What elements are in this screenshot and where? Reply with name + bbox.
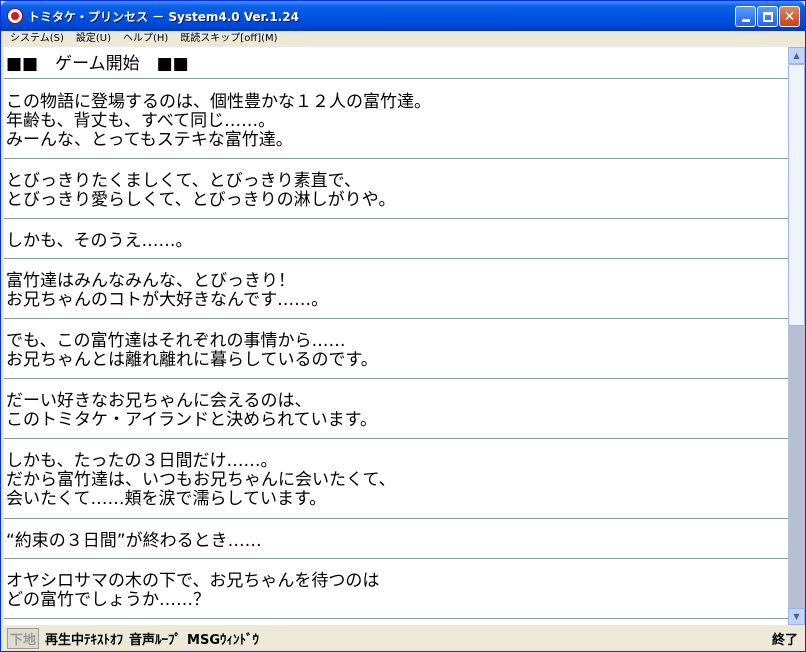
voice-loop-button[interactable]: 音声ﾙｰﾌﾟ (129, 629, 181, 648)
log-line: 富竹達はみんなみんな、とびっきり！ (6, 271, 295, 291)
log-entry: “約束の３日間”が終わるとき…… (6, 532, 262, 551)
log-heading: ■■ ゲーム開始 ■■ (6, 54, 189, 74)
shitaji-button[interactable]: 下地 (7, 627, 40, 649)
log-entry: 富竹達はみんなみんな、とびっきり！ お兄ちゃんのコトが大好きなんです……。 (6, 272, 328, 310)
playing-button[interactable]: 再生中 (45, 629, 84, 648)
end-button[interactable]: 終了 (772, 629, 798, 648)
log-line: “約束の３日間”が終わるとき…… (6, 531, 262, 551)
log-line: この物語に登場するのは、個性豊かな１２人の富竹達。 (6, 92, 431, 112)
divider (4, 618, 788, 619)
status-bar: 下地 再生中 ﾃｷｽﾄｵﾌ 音声ﾙｰﾌﾟ MSGｳｨﾝﾄﾞｳ 終了 (4, 626, 802, 650)
divider (4, 318, 788, 319)
divider (4, 258, 788, 259)
log-entry: しかも、そのうえ……。 (6, 232, 193, 251)
log-line: みーんな、とってもステキな富竹達。 (6, 130, 293, 150)
vertical-scrollbar[interactable]: ▲ ▼ (788, 47, 805, 625)
divider (4, 78, 788, 79)
menu-skip-read[interactable]: 既読スキップ[off](M) (174, 31, 283, 47)
log-entry: この物語に登場するのは、個性豊かな１２人の富竹達。 年齢も、背丈も、すべて同じ…… (6, 93, 431, 150)
divider (4, 438, 788, 439)
log-line: お兄ちゃんとは離れ離れに暮らしているのです。 (6, 350, 378, 370)
log-line: だから富竹達は、いつもお兄ちゃんに会いたくて、 (6, 470, 396, 490)
message-log[interactable]: ■■ ゲーム開始 ■■ この物語に登場するのは、個性豊かな１２人の富竹達。 年齢… (4, 47, 788, 625)
log-line: だーい好きなお兄ちゃんに会えるのは、 (6, 391, 312, 411)
divider (4, 158, 788, 159)
log-line: 年齢も、背丈も、すべて同じ……。 (6, 111, 276, 131)
log-entry: オヤシロサマの木の下で、お兄ちゃんを待つのは どの富竹でしょうか……？ (6, 572, 379, 610)
text-off-button[interactable]: ﾃｷｽﾄｵﾌ (84, 629, 123, 648)
log-line: でも、この富竹達はそれぞれの事情から…… (6, 331, 346, 351)
menu-system[interactable]: システム(S) (4, 31, 70, 47)
window-title: トミタケ・プリンセス － System4.0 Ver.1.24 (28, 10, 299, 24)
close-button[interactable]: ✕ (779, 6, 800, 27)
minimize-icon (741, 19, 750, 22)
log-line: このトミタケ・アイランドと決められています。 (6, 410, 377, 430)
divider (4, 558, 788, 559)
log-line: とびっきりたくましくて、とびっきり素直で、 (6, 171, 361, 191)
title-bar[interactable]: トミタケ・プリンセス － System4.0 Ver.1.24 ✕ (1, 1, 805, 31)
log-entry: だーい好きなお兄ちゃんに会えるのは、 このトミタケ・アイランドと決められています… (6, 392, 377, 430)
minimize-button[interactable] (735, 6, 756, 27)
log-line: とびっきり愛らしくて、とびっきりの淋しがりや。 (6, 190, 396, 210)
maximize-button[interactable] (757, 6, 778, 27)
scroll-up-arrow-icon[interactable]: ▲ (788, 47, 805, 64)
log-entry: しかも、たったの３日間だけ……。 だから富竹達は、いつもお兄ちゃんに会いたくて、… (6, 452, 396, 509)
log-entry: とびっきりたくましくて、とびっきり素直で、 とびっきり愛らしくて、とびっきりの淋… (6, 172, 395, 210)
app-logo-icon[interactable] (7, 8, 23, 24)
msg-window-button[interactable]: MSGｳｨﾝﾄﾞｳ (187, 629, 259, 648)
app-window: トミタケ・プリンセス － System4.0 Ver.1.24 ✕ システム(S… (0, 0, 806, 652)
log-line: 会いたくて……頬を涙で濡らしています。 (6, 489, 327, 509)
log-entry: でも、この富竹達はそれぞれの事情から…… お兄ちゃんとは離れ離れに暮らしているの… (6, 332, 378, 370)
maximize-icon (762, 11, 773, 22)
menu-help[interactable]: ヘルプ(H) (117, 31, 174, 47)
log-line: しかも、たったの３日間だけ……。 (6, 451, 278, 471)
menu-bar: システム(S) 設定(U) ヘルプ(H) 既読スキップ[off](M) (4, 31, 802, 47)
scrollbar-track[interactable] (788, 326, 805, 608)
scrollbar-thumb[interactable] (788, 64, 805, 326)
scroll-down-arrow-icon[interactable]: ▼ (788, 608, 805, 625)
divider (4, 378, 788, 379)
divider (4, 518, 788, 519)
menu-settings[interactable]: 設定(U) (70, 31, 117, 47)
log-line: どの富竹でしょうか……？ (6, 590, 210, 610)
log-line: しかも、そのうえ……。 (6, 231, 193, 251)
log-line: オヤシロサマの木の下で、お兄ちゃんを待つのは (6, 571, 380, 591)
close-icon: ✕ (783, 8, 796, 25)
divider (4, 218, 788, 219)
log-line: お兄ちゃんのコトが大好きなんです……。 (6, 290, 329, 310)
